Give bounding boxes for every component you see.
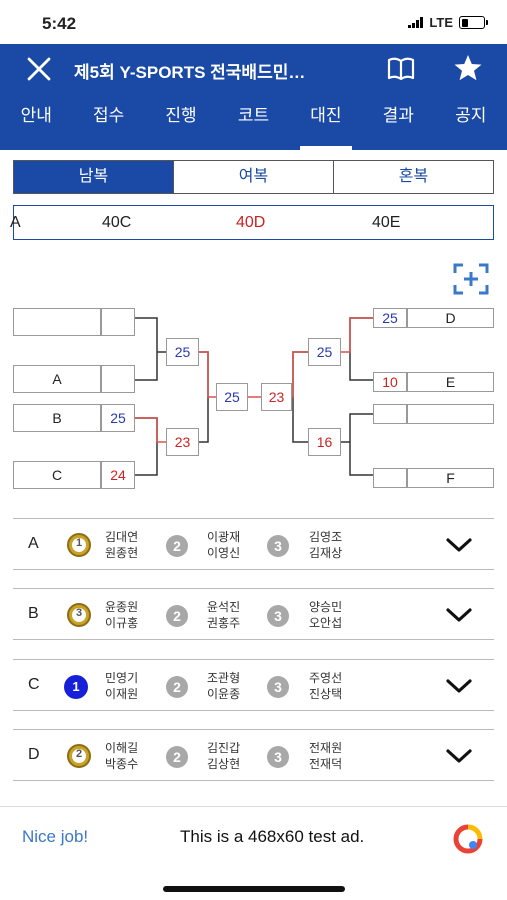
score-left-2 bbox=[101, 365, 135, 393]
tab-info[interactable]: 안내 bbox=[0, 94, 72, 150]
team-slot-right-2[interactable]: E bbox=[407, 372, 494, 392]
score-right-1: 25 bbox=[373, 308, 407, 328]
result-row-c[interactable]: C 1 민영기 이재원 2 조관형 이윤종 3 주영선 진상택 bbox=[13, 659, 494, 711]
team-slot-left-4[interactable]: C bbox=[13, 461, 101, 489]
first-place-icon: 1 bbox=[64, 675, 88, 699]
third-place-names: 김영조 김재상 bbox=[309, 530, 343, 560]
second-place-badge: 2 bbox=[166, 746, 188, 768]
ad-nice-label: Nice job! bbox=[22, 827, 89, 846]
silver-medal-icon: 2 bbox=[67, 744, 91, 768]
team-slot-left-2[interactable]: A bbox=[13, 365, 101, 393]
second-place-badge: 2 bbox=[166, 605, 188, 627]
second-place-badge: 2 bbox=[166, 535, 188, 557]
tournament-bracket: A B C 25 24 25 23 25 23 25 16 25 10 D E … bbox=[0, 300, 507, 500]
third-place-badge: 3 bbox=[267, 746, 289, 768]
status-bar: 5:42 LTE bbox=[0, 0, 507, 44]
group-label: C bbox=[28, 676, 40, 693]
tab-progress[interactable]: 진행 bbox=[145, 94, 217, 150]
court-option[interactable]: 40E bbox=[372, 214, 400, 232]
score-right-3 bbox=[373, 404, 407, 424]
status-time: 5:42 bbox=[42, 14, 77, 33]
score-left-3: 25 bbox=[101, 404, 135, 432]
expand-icon[interactable] bbox=[452, 262, 490, 296]
second-place-names: 윤석진 권홍주 bbox=[207, 600, 241, 630]
score-left-semi-1: 25 bbox=[166, 338, 199, 366]
app-header: 제5회 Y-SPORTS 전국배드민… 안내 접수 진행 코트 대진 결과 공지 bbox=[0, 44, 507, 150]
status-indicators: LTE bbox=[408, 15, 488, 30]
score-left-4: 24 bbox=[101, 461, 135, 489]
title-bar: 제5회 Y-SPORTS 전국배드민… bbox=[0, 44, 507, 92]
tab-registration[interactable]: 접수 bbox=[72, 94, 144, 150]
score-final-right: 23 bbox=[261, 383, 292, 411]
first-place-names: 이해길 박종수 bbox=[105, 741, 139, 771]
second-place-badge: 2 bbox=[166, 676, 188, 698]
chevron-down-icon[interactable] bbox=[443, 744, 475, 768]
score-right-2: 10 bbox=[373, 372, 407, 392]
ad-text: This is a 468x60 test ad. bbox=[180, 827, 365, 846]
third-place-badge: 3 bbox=[267, 535, 289, 557]
signal-icon bbox=[408, 17, 424, 28]
first-place-names: 민영기 이재원 bbox=[105, 671, 139, 701]
team-slot-left-3[interactable]: B bbox=[13, 404, 101, 432]
team-slot-right-1[interactable]: D bbox=[407, 308, 494, 328]
second-place-names: 김진갑 김상현 bbox=[207, 741, 241, 771]
segment-mixed-doubles[interactable]: 혼복 bbox=[334, 161, 493, 193]
court-option-selected[interactable]: 40D bbox=[236, 214, 265, 232]
gold-medal-icon: 1 bbox=[67, 533, 91, 557]
score-right-semi-1: 25 bbox=[308, 338, 341, 366]
network-label: LTE bbox=[429, 15, 453, 30]
score-left-1 bbox=[101, 308, 135, 336]
court-option[interactable]: 40C bbox=[102, 214, 131, 232]
second-place-names: 조관형 이윤종 bbox=[207, 671, 241, 701]
tab-notice[interactable]: 공지 bbox=[435, 94, 507, 150]
result-row-d[interactable]: D 2 이해길 박종수 2 김진갑 김상현 3 전재원 전재덕 bbox=[13, 729, 494, 781]
score-right-semi-2: 16 bbox=[308, 428, 341, 456]
book-icon[interactable] bbox=[385, 54, 417, 82]
third-place-badge: 3 bbox=[267, 605, 289, 627]
first-place-names: 김대연 원종현 bbox=[105, 530, 139, 560]
team-slot-left-1[interactable] bbox=[13, 308, 101, 336]
group-label: B bbox=[28, 605, 39, 622]
court-option-partial[interactable]: A bbox=[10, 214, 21, 232]
tab-draw[interactable]: 대진 bbox=[290, 94, 362, 150]
third-place-badge: 3 bbox=[267, 676, 289, 698]
home-indicator bbox=[163, 886, 345, 892]
third-place-names: 전재원 전재덕 bbox=[309, 741, 343, 771]
tournament-title: 제5회 Y-SPORTS 전국배드민… bbox=[74, 63, 306, 82]
court-selector: A 40C 40D 40E bbox=[10, 205, 494, 240]
score-final-left: 25 bbox=[216, 383, 248, 411]
chevron-down-icon[interactable] bbox=[443, 533, 475, 557]
event-segment-control: 남복 여복 혼복 bbox=[13, 160, 494, 194]
team-slot-right-4[interactable]: F bbox=[407, 468, 494, 488]
segment-mens-doubles[interactable]: 남복 bbox=[14, 161, 174, 193]
close-icon[interactable] bbox=[24, 55, 54, 83]
star-icon[interactable] bbox=[453, 53, 483, 83]
group-label: D bbox=[28, 746, 40, 763]
result-row-a[interactable]: A 1 김대연 원종현 2 이광재 이영신 3 김영조 김재상 bbox=[13, 518, 494, 570]
third-place-names: 주영선 진상택 bbox=[309, 671, 343, 701]
first-place-names: 윤종원 이규홍 bbox=[105, 600, 139, 630]
bronze-medal-icon: 3 bbox=[67, 603, 91, 627]
score-right-4 bbox=[373, 468, 407, 488]
second-place-names: 이광재 이영신 bbox=[207, 530, 241, 560]
segment-womens-doubles[interactable]: 여복 bbox=[174, 161, 334, 193]
score-left-semi-2: 23 bbox=[166, 428, 199, 456]
tab-bar: 안내 접수 진행 코트 대진 결과 공지 bbox=[0, 94, 507, 150]
battery-icon bbox=[459, 16, 488, 29]
result-row-b[interactable]: B 3 윤종원 이규홍 2 윤석진 권홍주 3 양승민 오안섭 bbox=[13, 588, 494, 640]
ad-banner[interactable]: Nice job! This is a 468x60 test ad. bbox=[0, 806, 507, 866]
third-place-names: 양승민 오안섭 bbox=[309, 600, 343, 630]
tab-results[interactable]: 결과 bbox=[362, 94, 434, 150]
ad-logo-icon bbox=[453, 824, 483, 854]
chevron-down-icon[interactable] bbox=[443, 603, 475, 627]
tab-court[interactable]: 코트 bbox=[217, 94, 289, 150]
team-slot-right-3[interactable] bbox=[407, 404, 494, 424]
group-label: A bbox=[28, 535, 39, 552]
chevron-down-icon[interactable] bbox=[443, 674, 475, 698]
